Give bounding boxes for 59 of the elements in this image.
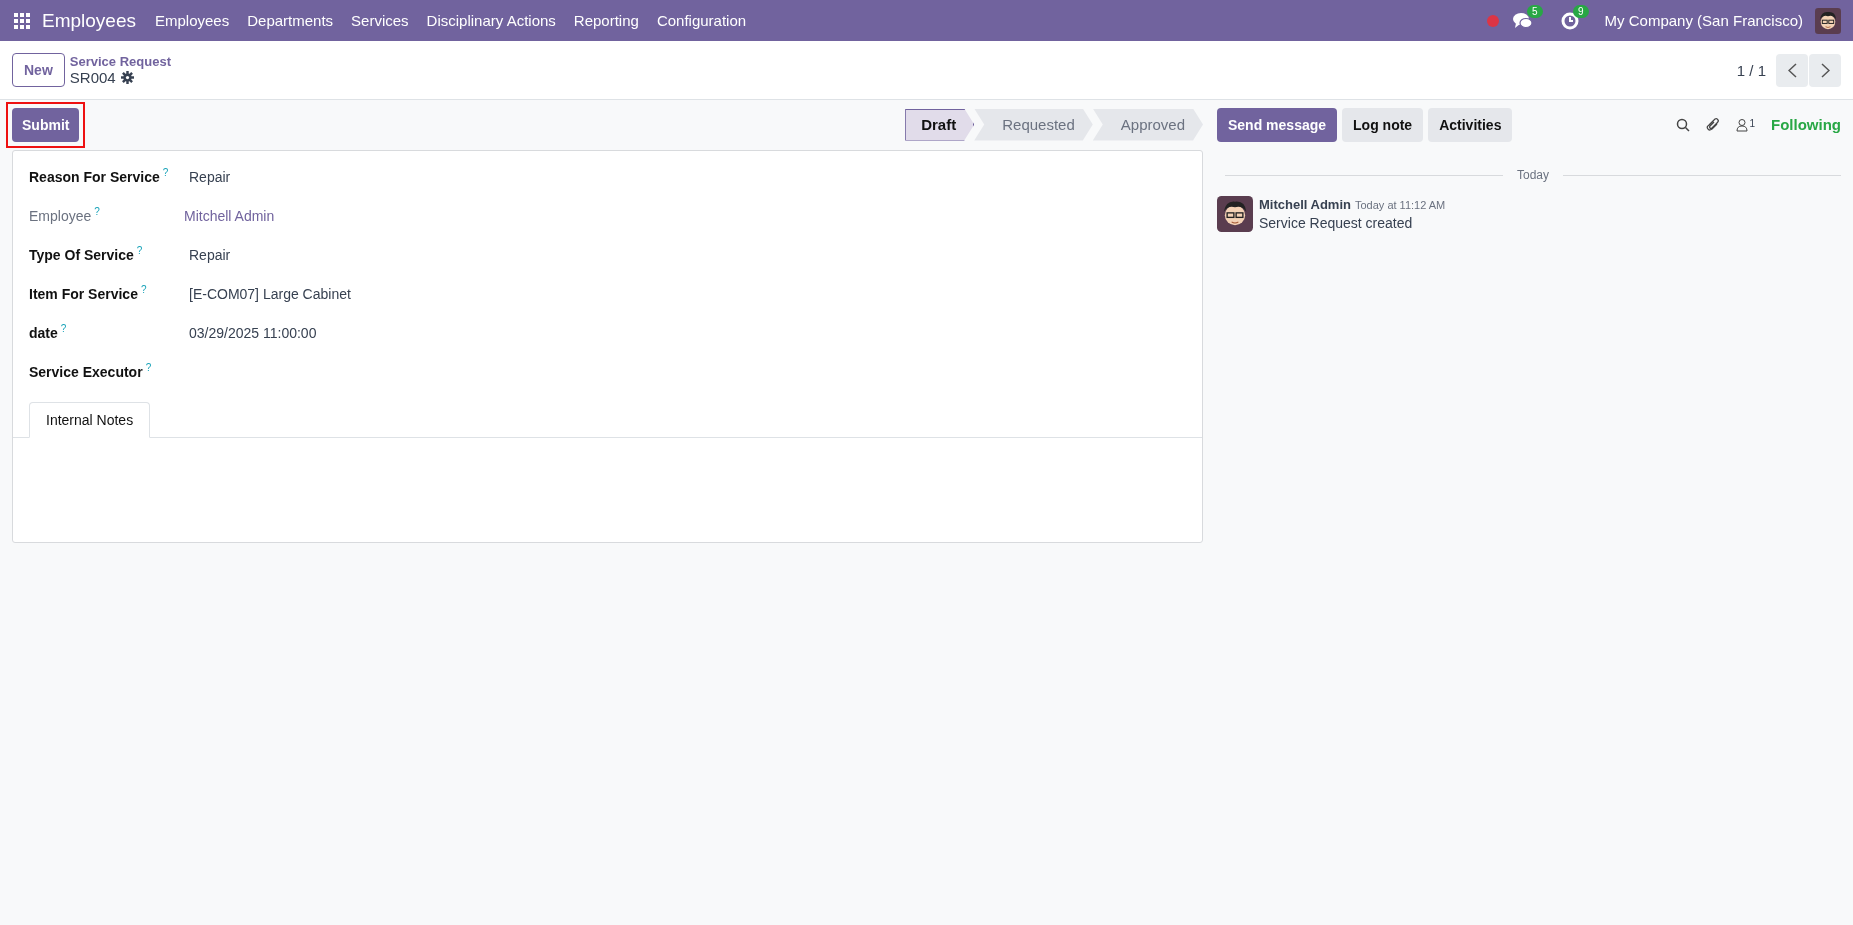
next-button[interactable] (1809, 53, 1841, 87)
help-tooltip-mark[interactable]: ? (94, 206, 100, 217)
field-label: Reason For Service (29, 168, 160, 185)
message-body: Service Request created (1259, 215, 1414, 231)
person-icon[interactable] (1736, 117, 1749, 132)
message-count-badge: 5 (1527, 4, 1543, 18)
field-value[interactable]: [E-COM07] Large Cabinet (189, 286, 351, 302)
field-label: date (29, 324, 58, 341)
status-dot-icon (1486, 14, 1499, 27)
gear-icon[interactable] (120, 71, 134, 84)
help-tooltip-mark[interactable]: ? (145, 362, 152, 373)
chatter-button[interactable]: Activities (1428, 107, 1513, 142)
avatar-icon (1217, 196, 1253, 232)
notebook-tab[interactable]: Internal Notes (29, 402, 151, 438)
following-button[interactable]: Following (1771, 116, 1841, 133)
breadcrumb-link[interactable]: Service Request (69, 54, 171, 69)
status-stage[interactable]: Draft (905, 108, 975, 141)
field-value[interactable]: Repair (189, 247, 231, 263)
paperclip-icon[interactable] (1706, 117, 1721, 132)
date-separator: Today (1517, 168, 1549, 182)
activity-count-badge: 9 (1573, 4, 1589, 18)
employee-link[interactable]: Mitchell Admin (184, 208, 275, 224)
field-label: Item For Service (29, 285, 138, 302)
field-label: Employee (29, 207, 92, 224)
status-stage[interactable]: Requested (974, 108, 1093, 141)
help-tooltip-mark[interactable]: ? (140, 284, 147, 295)
menu-item[interactable]: Disciplinary Actions (417, 12, 565, 29)
menu-item[interactable]: Services (342, 12, 418, 29)
user-avatar-icon[interactable] (1815, 7, 1841, 34)
followers-count: 1 (1749, 117, 1755, 129)
company-switcher[interactable]: My Company (San Francisco) (1604, 12, 1803, 29)
chevron-right-icon (1820, 62, 1830, 78)
previous-button[interactable] (1776, 53, 1808, 87)
menu-item[interactable]: Employees (146, 12, 239, 29)
pager-value[interactable]: 1 / 1 (1736, 61, 1766, 79)
submit-button[interactable]: Submit (12, 107, 80, 142)
field-label: Service Executor (29, 363, 143, 380)
clock-icon[interactable] (1560, 11, 1579, 30)
field-value[interactable]: 03/29/2025 11:00:00 (189, 325, 317, 341)
chatter-button[interactable]: Log note (1342, 107, 1424, 142)
record-name: SR004 (69, 69, 116, 86)
apps-menu-icon[interactable] (14, 12, 30, 29)
chat-bubbles-icon[interactable] (1512, 11, 1533, 30)
menu-item[interactable]: Departments (238, 12, 343, 29)
help-tooltip-mark[interactable]: ? (136, 245, 143, 256)
status-stage[interactable]: Approved (1092, 108, 1203, 141)
message-time: Today at 11:12 AM (1354, 199, 1446, 211)
field-value[interactable]: Repair (189, 169, 231, 185)
chevron-left-icon (1787, 62, 1797, 78)
send-message-button[interactable]: Send message (1217, 107, 1338, 142)
search-icon[interactable] (1676, 117, 1691, 132)
menu-item[interactable]: Reporting (564, 12, 648, 29)
app-name[interactable]: Employees (42, 9, 136, 32)
message-author[interactable]: Mitchell Admin (1259, 197, 1351, 212)
menu-item[interactable]: Configuration (647, 12, 756, 29)
help-tooltip-mark[interactable]: ? (60, 323, 67, 334)
field-label: Type Of Service (29, 246, 134, 263)
new-button[interactable]: New (12, 53, 65, 87)
help-tooltip-mark[interactable]: ? (162, 167, 169, 178)
